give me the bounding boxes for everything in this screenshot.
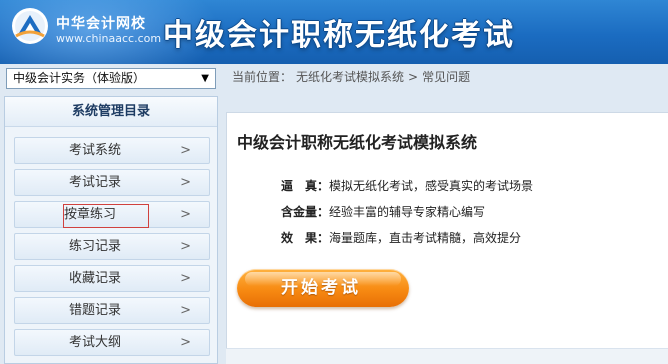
chevron-right-icon: > [180,271,191,286]
chevron-right-icon: > [180,143,191,158]
sidebar-item-favorites[interactable]: 收藏记录 > [14,265,210,292]
chevron-right-icon: > [180,335,191,350]
breadcrumb: 当前位置： 无纸化考试模拟系统 > 常见问题 [222,66,668,88]
sidebar-item-label: 考试大纲 [68,335,121,350]
sidebar-item-label: 考试系统 [68,143,121,158]
main-title: 中级会计职称无纸化考试模拟系统 [237,133,478,152]
feature-realistic: 逼 真：模拟无纸化考试，感受真实的考试场景 [281,177,533,194]
subject-select[interactable]: 中级会计实务（体验版） ▼ [6,68,216,89]
chevron-right-icon: > [180,303,191,318]
feature-value: 含金量：经验丰富的辅导专家精心编写 [281,203,485,220]
breadcrumb-link-simulator[interactable]: 无纸化考试模拟系统 [296,70,404,84]
logo-url: www.chinaacc.com [56,32,162,45]
sidebar-item-practice-records[interactable]: 练习记录 > [14,233,210,260]
chevron-right-icon: > [180,239,191,254]
header-banner: 中华会计网校 www.chinaacc.com 中级会计职称无纸化考试 [0,0,668,64]
sidebar-item-label: 错题记录 [68,303,121,318]
chevron-right-icon: > [180,207,191,222]
sidebar-item-exam-records[interactable]: 考试记录 > [14,169,210,196]
highlight-box [63,204,149,228]
sidebar-item-label: 考试记录 [68,175,121,190]
sidebar-title: 系统管理目录 [5,97,217,127]
dropdown-arrow-icon[interactable]: ▼ [201,69,209,88]
sidebar-item-exam-syllabus[interactable]: 考试大纲 > [14,329,210,356]
breadcrumb-separator: > [408,70,419,84]
sidebar-item-label: 收藏记录 [68,271,121,286]
sidebar: 系统管理目录 考试系统 > 考试记录 > 按章练习 > 练习记录 > 收藏记录 … [4,96,218,364]
start-exam-label: 开始考试 [281,278,361,298]
chevron-right-icon: > [180,175,191,190]
feature-term: 含金量： [281,205,330,219]
sidebar-item-wrong-answers[interactable]: 错题记录 > [14,297,210,324]
feature-term: 逼 真： [281,179,330,193]
lower-panel-edge [226,348,668,364]
start-exam-button[interactable]: 开始考试 [237,269,409,307]
feature-term: 效 果： [281,231,330,245]
feature-desc: 模拟无纸化考试，感受真实的考试场景 [329,179,534,193]
feature-desc: 海量题库，直击考试精髓，高效提分 [329,231,522,245]
sidebar-item-label: 练习记录 [68,239,121,254]
subject-select-value: 中级会计实务（体验版） [13,71,146,85]
chinaacc-logo-icon [12,8,48,44]
breadcrumb-prefix: 当前位置： [232,70,293,84]
sidebar-item-chapter-practice[interactable]: 按章练习 > [14,201,210,228]
breadcrumb-current: 常见问题 [422,70,471,84]
page-header-title: 中级会计职称无纸化考试 [163,18,515,53]
feature-desc: 经验丰富的辅导专家精心编写 [329,205,486,219]
sidebar-item-exam-system[interactable]: 考试系统 > [14,137,210,164]
logo-name: 中华会计网校 [56,16,146,32]
main-panel: 中级会计职称无纸化考试模拟系统 逼 真：模拟无纸化考试，感受真实的考试场景 含金… [226,112,668,364]
feature-effect: 效 果：海量题库，直击考试精髓，高效提分 [281,229,521,246]
